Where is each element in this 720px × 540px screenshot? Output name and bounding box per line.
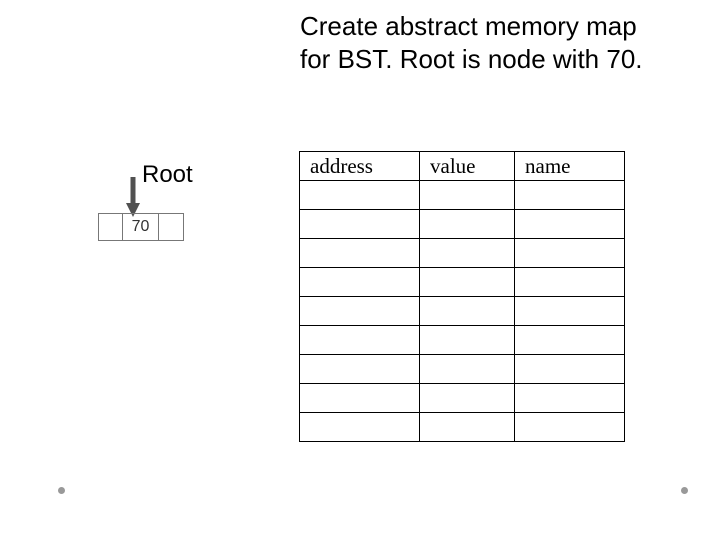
col-value: value [420,152,515,181]
table-row [300,297,625,326]
table-row [300,384,625,413]
table-header-row: address value name [300,152,625,181]
table-row [300,326,625,355]
root-label: Root [142,161,193,189]
node-value: 70 [123,214,158,240]
memory-map-table: address value name [299,151,625,442]
page-title: Create abstract memory map for BST. Root… [300,10,643,75]
table-body [300,181,625,442]
table-row [300,210,625,239]
table-row [300,355,625,384]
decorative-dot-icon [58,487,65,494]
title-line-2: for BST. Root is node with 70. [300,44,643,74]
bst-root-node: 70 [98,213,184,241]
table-row [300,181,625,210]
node-right-pointer [159,214,183,240]
table-row [300,239,625,268]
table-row [300,413,625,442]
node-left-pointer [99,214,123,240]
decorative-dot-icon [681,487,688,494]
col-name: name [515,152,625,181]
col-address: address [300,152,420,181]
title-line-1: Create abstract memory map [300,11,637,41]
table-row [300,268,625,297]
